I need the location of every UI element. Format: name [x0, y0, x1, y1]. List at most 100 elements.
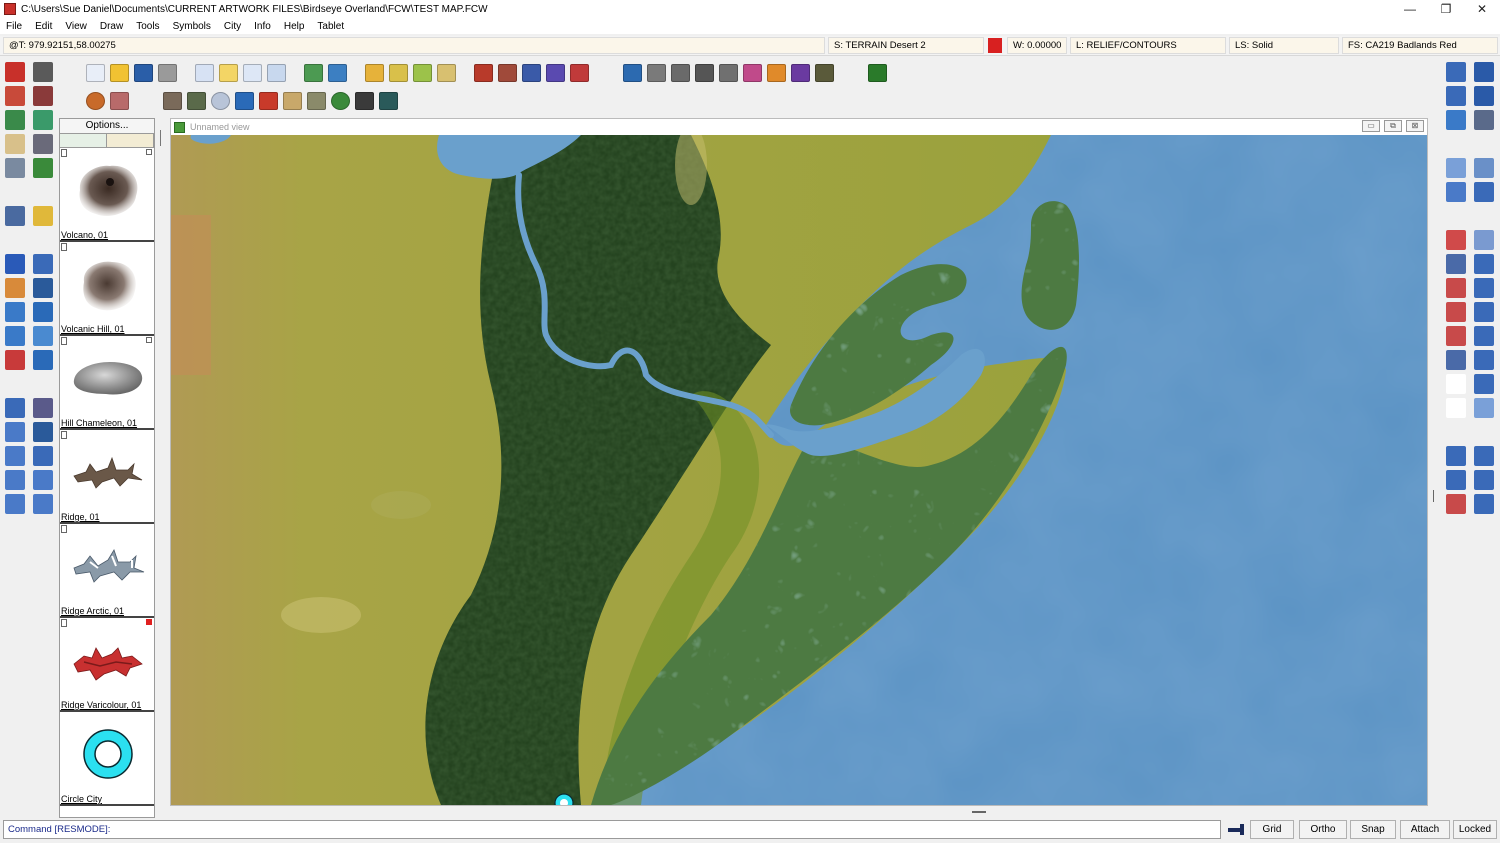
toolbar-splitter[interactable] — [1433, 490, 1434, 502]
box-icon[interactable] — [33, 470, 53, 490]
properties-icon[interactable] — [195, 64, 214, 82]
polygon-icon[interactable] — [1474, 254, 1494, 274]
menu-city[interactable]: City — [224, 21, 241, 32]
ungroup-icon[interactable] — [1474, 182, 1494, 202]
line-width-field[interactable]: W: 0.00000 — [1007, 37, 1067, 54]
text-props-icon[interactable] — [33, 398, 53, 418]
change-props-icon[interactable] — [33, 278, 53, 298]
menu-symbols[interactable]: Symbols — [173, 21, 211, 32]
notes-icon[interactable] — [219, 64, 238, 82]
align-icon[interactable] — [33, 446, 53, 466]
find-icon[interactable] — [5, 206, 25, 226]
stretch-icon[interactable] — [33, 350, 53, 370]
tent-icon[interactable] — [187, 92, 206, 110]
redraw-icon[interactable] — [1446, 110, 1466, 130]
feature-icon-5[interactable] — [719, 64, 738, 82]
smooth-poly-icon[interactable] — [1474, 326, 1494, 346]
rotate-icon[interactable] — [5, 326, 25, 346]
line-icon[interactable] — [1446, 230, 1466, 250]
group-icon[interactable] — [1446, 182, 1466, 202]
copy-layer-icon[interactable] — [33, 206, 53, 226]
break-icon[interactable] — [5, 470, 25, 490]
mirror-icon[interactable] — [33, 326, 53, 346]
catalog-tab-list[interactable] — [60, 134, 107, 147]
layer-icon[interactable] — [5, 62, 25, 82]
text-icon[interactable] — [1446, 398, 1466, 418]
zoom-out-icon[interactable] — [1474, 86, 1494, 106]
sheets-icon[interactable] — [33, 62, 53, 82]
catalog-next-icon[interactable] — [413, 64, 432, 82]
symbol-insert-icon[interactable] — [1474, 374, 1494, 394]
symbol-ridge-varicolour[interactable]: Ridge Varicolour, 01 — [60, 618, 154, 712]
close-button[interactable]: ✕ — [1464, 0, 1500, 18]
minimize-button[interactable]: — — [1392, 0, 1428, 18]
command-line[interactable]: Command [RESMODE]: — [3, 820, 1221, 839]
explode-icon[interactable] — [5, 350, 25, 370]
terrain-icon-1[interactable] — [474, 64, 493, 82]
text-box-icon[interactable] — [1474, 398, 1494, 418]
map-canvas[interactable] — [171, 135, 1427, 805]
snap-toggle-button[interactable]: Snap — [1350, 820, 1396, 839]
effects-icon[interactable] — [110, 92, 129, 110]
current-sheet-field[interactable]: S: TERRAIN Desert 2 — [828, 37, 984, 54]
snap-intersect-icon[interactable] — [1474, 470, 1494, 490]
menu-tools[interactable]: Tools — [136, 21, 159, 32]
feature-icon-3[interactable] — [671, 64, 690, 82]
sphere-icon[interactable] — [86, 92, 105, 110]
symbol-hill-chameleon[interactable]: Hill Chameleon, 01 — [60, 336, 154, 430]
pan-icon[interactable] — [1474, 110, 1494, 130]
show-icon[interactable] — [33, 86, 53, 106]
terrain-icon-4[interactable] — [546, 64, 565, 82]
hide-icon[interactable] — [5, 86, 25, 106]
open-folder-icon[interactable] — [110, 64, 129, 82]
arc-icon[interactable] — [1446, 278, 1466, 298]
sheet-one-icon[interactable] — [868, 64, 887, 82]
line-style-field[interactable]: LS: Solid — [1229, 37, 1339, 54]
copy-icon[interactable] — [1446, 158, 1466, 178]
current-color-swatch[interactable] — [988, 38, 1002, 53]
multipoly-icon[interactable] — [1474, 350, 1494, 370]
grid-select-icon[interactable] — [379, 92, 398, 110]
maximize-button[interactable]: ❐ — [1428, 0, 1464, 18]
menu-info[interactable]: Info — [254, 21, 271, 32]
symbol-volcano[interactable]: Volcano, 01 — [60, 148, 154, 242]
info-icon[interactable] — [5, 158, 25, 178]
export-icon[interactable] — [328, 64, 347, 82]
scale-icon[interactable] — [33, 422, 53, 442]
menu-draw[interactable]: Draw — [100, 21, 123, 32]
snap-end-icon[interactable] — [1474, 446, 1494, 466]
rectangle-icon[interactable] — [1474, 230, 1494, 250]
tools-icon[interactable] — [33, 134, 53, 154]
current-layer-field[interactable]: L: RELIEF/CONTOURS — [1070, 37, 1226, 54]
ortho-toggle-button[interactable]: Ortho — [1299, 820, 1347, 839]
catalog-options-button[interactable]: Options... — [60, 119, 154, 134]
grid-icon[interactable] — [5, 134, 25, 154]
menu-view[interactable]: View — [65, 21, 87, 32]
zoom-in-icon[interactable] — [1474, 62, 1494, 82]
line-segment-icon[interactable] — [5, 494, 25, 514]
view-close-button[interactable]: ⊠ — [1406, 120, 1424, 132]
menu-edit[interactable]: Edit — [35, 21, 52, 32]
attach-toggle-button[interactable]: Attach — [1400, 820, 1450, 839]
zoom-window-icon[interactable] — [1446, 62, 1466, 82]
picture-icon[interactable] — [235, 92, 254, 110]
symbol-ridge-arctic[interactable]: Ridge Arctic, 01 — [60, 524, 154, 618]
import-icon[interactable] — [304, 64, 323, 82]
snap-perp-icon[interactable] — [1446, 494, 1466, 514]
circle-icon[interactable] — [1474, 278, 1494, 298]
save-icon[interactable] — [134, 64, 153, 82]
overlay-icon[interactable] — [355, 92, 374, 110]
fill-style-field[interactable]: FS: CA219 Badlands Red — [1342, 37, 1498, 54]
number-icon[interactable] — [1446, 374, 1466, 394]
erase-icon[interactable] — [5, 278, 25, 298]
feature-icon-1[interactable] — [623, 64, 642, 82]
view-restore-button[interactable]: ⧉ — [1384, 120, 1402, 132]
path-icon[interactable] — [1446, 350, 1466, 370]
snap-line-icon[interactable] — [1446, 446, 1466, 466]
splitter-handle[interactable] — [972, 811, 986, 813]
catalog-prev-icon[interactable] — [389, 64, 408, 82]
catalog-tab-folder[interactable] — [107, 134, 154, 147]
feature-icon-4[interactable] — [695, 64, 714, 82]
new-drawing-icon[interactable] — [86, 64, 105, 82]
symbol-catalog-icon[interactable] — [365, 64, 384, 82]
